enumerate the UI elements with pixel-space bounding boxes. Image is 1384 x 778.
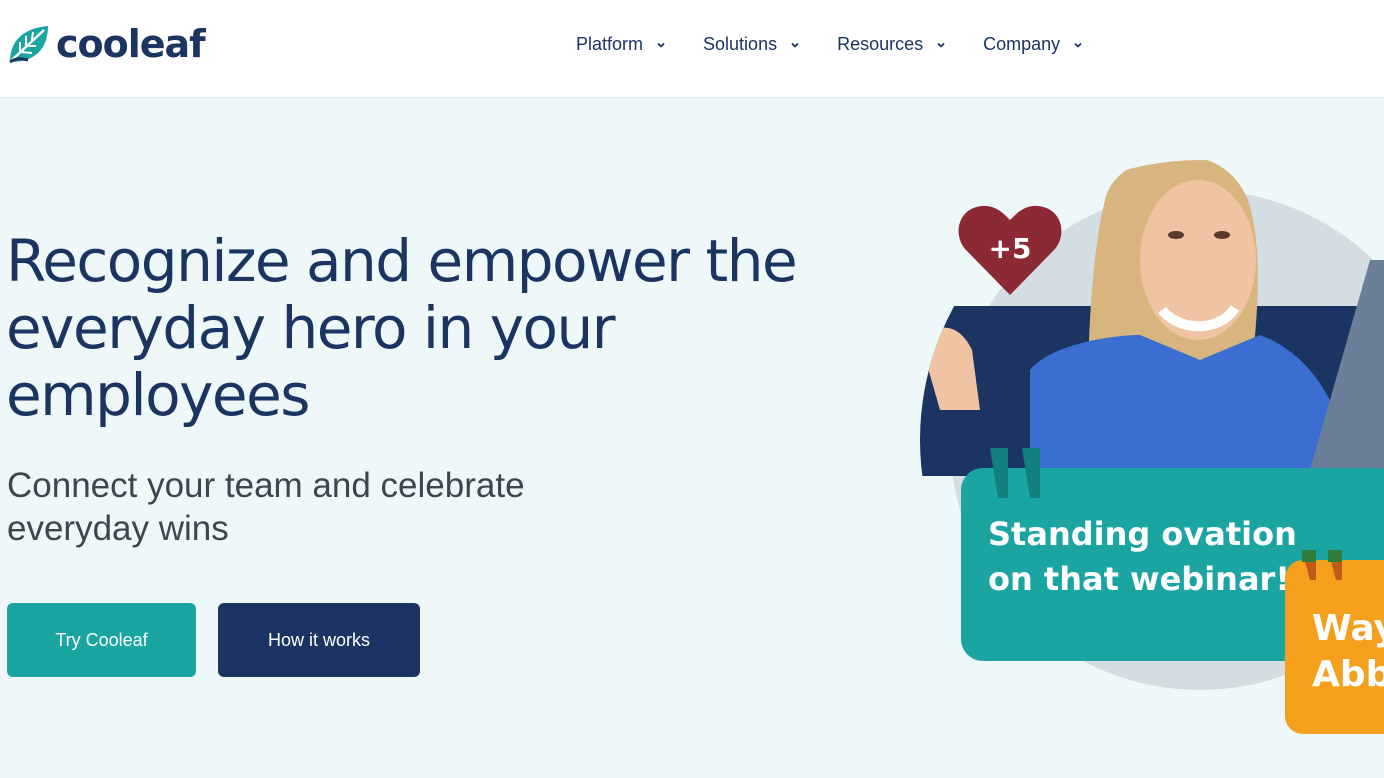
second-card-line1: Way — [1312, 608, 1384, 649]
nav-label: Platform — [576, 34, 644, 54]
try-cooleaf-label: Try Cooleaf — [55, 629, 148, 650]
nav-label: Solutions — [703, 34, 778, 54]
second-card-line2: Abb — [1312, 654, 1384, 695]
brand-name: cooleaf — [56, 22, 206, 66]
hero-title: Recognize and empower the everyday hero … — [6, 227, 798, 429]
nav-item-resources[interactable]: Resources — [837, 34, 947, 55]
how-it-works-button[interactable]: How it works — [218, 603, 420, 677]
chevron-down-icon — [1074, 42, 1082, 48]
main-nav: Platform Solutions Resources Company — [576, 34, 1120, 55]
woman-face — [1140, 180, 1256, 340]
nav-item-company[interactable]: Company — [983, 34, 1084, 55]
nav-label: Resources — [837, 34, 924, 54]
chevron-down-icon — [937, 42, 945, 48]
try-cooleaf-button[interactable]: Try Cooleaf — [7, 603, 196, 677]
nav-item-platform[interactable]: Platform — [576, 34, 667, 55]
nav-item-solutions[interactable]: Solutions — [703, 34, 801, 55]
leaf-logo-icon — [9, 26, 48, 64]
nav-label: Company — [983, 34, 1061, 54]
chevron-down-icon — [657, 42, 665, 48]
how-it-works-label: How it works — [267, 629, 370, 650]
hero-visual: +5 Standing ovation on that webinar! Way… — [920, 160, 1384, 734]
site-header: cooleaf Platform Solutions Resources Com… — [0, 0, 1384, 98]
hero-subtitle: Connect your team and celebrate everyday… — [7, 466, 525, 548]
quote-card-line1: Standing ovation — [988, 515, 1297, 553]
chevron-down-icon — [791, 42, 799, 48]
quote-card-line2: on that webinar! — [988, 560, 1290, 598]
heart-badge-text: +5 — [989, 232, 1032, 265]
brand-logo[interactable]: cooleaf — [6, 22, 206, 68]
